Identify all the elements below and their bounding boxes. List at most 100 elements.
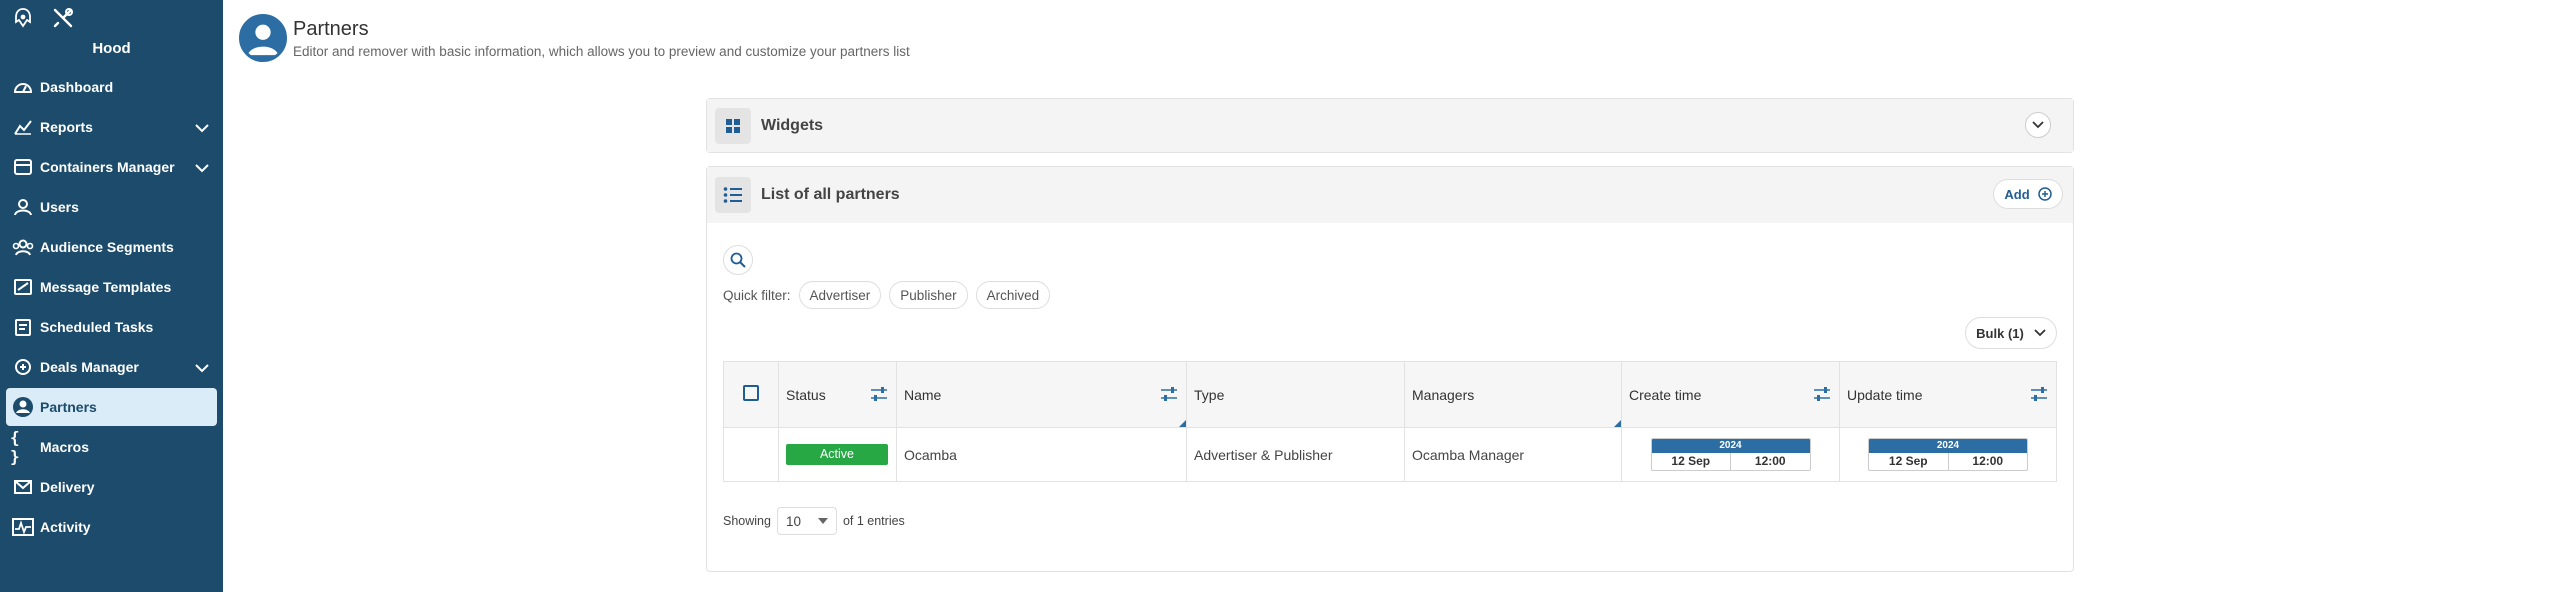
page-header: Partners Editor and remover with basic i… <box>239 14 910 62</box>
deals-icon <box>10 356 36 378</box>
sidebar-item-macros[interactable]: { } Macros <box>6 428 217 466</box>
plus-circle-icon <box>2037 187 2052 201</box>
showing-label: Showing <box>723 514 771 528</box>
bulk-actions-button[interactable]: Bulk (1) <box>1965 317 2057 349</box>
select-all-cell <box>723 361 779 428</box>
quick-filter-publisher[interactable]: Publisher <box>889 281 968 309</box>
add-label: Add <box>2004 186 2030 202</box>
column-label: Status <box>786 386 826 403</box>
sidebar-item-label: Activity <box>40 519 91 535</box>
sidebar-item-delivery[interactable]: Delivery <box>6 468 217 506</box>
user-icon <box>10 196 36 218</box>
create-time-cell: 2024 12 Sep 12:00 <box>1621 427 1840 482</box>
sidebar-item-audience-segments[interactable]: Audience Segments <box>6 228 217 266</box>
message-template-icon <box>10 276 36 298</box>
chevron-down-icon[interactable] <box>195 120 209 136</box>
sidebar-item-label: Message Templates <box>40 279 172 295</box>
sidebar-item-partners[interactable]: Partners <box>6 388 217 426</box>
quick-filter-bar: Quick filter: Advertiser Publisher Archi… <box>723 281 1051 309</box>
create-time-stamp: 2024 12 Sep 12:00 <box>1650 438 1811 471</box>
activity-icon <box>10 516 36 538</box>
update-time-cell: 2024 12 Sep 12:00 <box>1839 427 2057 482</box>
chevron-down-icon <box>2034 329 2046 337</box>
sidebar-item-users[interactable]: Users <box>6 188 217 226</box>
sidebar-top-bar <box>0 0 223 36</box>
managers-cell: Ocamba Manager <box>1404 427 1622 482</box>
chevron-down-icon[interactable] <box>195 160 209 176</box>
sidebar-item-dashboard[interactable]: Dashboard <box>6 68 217 106</box>
sidebar-item-label: Users <box>40 199 79 215</box>
chart-line-icon <box>10 116 36 138</box>
filter-sliders-icon[interactable] <box>2030 387 2048 404</box>
filter-sliders-icon[interactable] <box>1813 387 1831 404</box>
table-footer: Showing 10 of 1 entries <box>723 507 905 535</box>
row-select-cell[interactable] <box>723 427 779 482</box>
entries-count: of 1 entries <box>842 514 905 528</box>
containers-icon <box>10 156 36 178</box>
table-header-row: Status Name Type Managers Create time Up… <box>723 361 2057 428</box>
filter-sliders-icon[interactable] <box>1160 387 1178 404</box>
sidebar: Hood Dashboard Reports Containers Manage… <box>0 0 223 592</box>
sidebar-item-deals-manager[interactable]: Deals Manager <box>6 348 217 386</box>
grid-icon <box>715 107 751 144</box>
braces-icon: { } <box>10 428 20 466</box>
sidebar-item-scheduled-tasks[interactable]: Scheduled Tasks <box>6 308 217 346</box>
sidebar-item-label: Delivery <box>40 479 95 495</box>
name-cell[interactable]: Ocamba <box>896 427 1187 482</box>
quick-filter-advertiser[interactable]: Advertiser <box>798 281 882 309</box>
partners-list-header: List of all partners Add <box>707 167 2073 223</box>
year-label: 2024 <box>1869 439 2027 453</box>
quick-filter-archived[interactable]: Archived <box>975 281 1051 309</box>
scheduled-tasks-icon <box>10 316 36 338</box>
partners-table: Status Name Type Managers Create time Up… <box>723 361 2057 482</box>
widgets-panel-header[interactable]: Widgets <box>707 99 2073 152</box>
table-row[interactable]: Active Ocamba Advertiser & Publisher Oca… <box>723 427 2057 482</box>
page-size-select[interactable]: 10 <box>776 507 837 535</box>
expand-widgets-button[interactable] <box>2025 112 2051 138</box>
page-title: Partners <box>293 17 369 40</box>
column-status[interactable]: Status <box>778 361 897 428</box>
audience-icon <box>10 236 36 258</box>
column-create-time[interactable]: Create time <box>1621 361 1840 428</box>
sidebar-item-activity[interactable]: Activity <box>6 508 217 546</box>
logo-icon[interactable] <box>8 3 38 33</box>
select-all-checkbox[interactable] <box>743 385 759 401</box>
column-update-time[interactable]: Update time <box>1839 361 2057 428</box>
column-type[interactable]: Type <box>1186 361 1405 428</box>
column-name[interactable]: Name <box>896 361 1187 428</box>
sidebar-item-label: Scheduled Tasks <box>40 319 154 335</box>
partner-avatar-icon <box>239 14 287 62</box>
sidebar-item-label: Containers Manager <box>40 159 175 175</box>
bulk-label: Bulk (1) <box>1976 325 2024 341</box>
chevron-down-icon[interactable] <box>195 360 209 376</box>
sidebar-item-containers-manager[interactable]: Containers Manager <box>6 148 217 186</box>
sidebar-item-label: Reports <box>40 119 93 135</box>
quick-filter-label: Quick filter: <box>723 287 791 303</box>
delivery-icon <box>10 476 36 498</box>
search-button[interactable] <box>723 245 753 275</box>
type-cell: Advertiser & Publisher <box>1186 427 1405 482</box>
page-subtitle: Editor and remover with basic informatio… <box>293 43 910 59</box>
sidebar-item-reports[interactable]: Reports <box>6 108 217 146</box>
filter-sliders-icon[interactable] <box>870 387 888 404</box>
column-managers[interactable]: Managers <box>1404 361 1622 428</box>
column-label: Type <box>1194 386 1225 403</box>
date-label: 12 Sep <box>1888 454 1928 468</box>
status-cell: Active <box>778 427 897 482</box>
add-partner-button[interactable]: Add <box>1993 179 2063 209</box>
dashboard-icon <box>10 76 36 98</box>
sidebar-nav: Dashboard Reports Containers Manager Use… <box>0 68 223 546</box>
caret-down-icon <box>817 518 828 524</box>
page-size-value: 10 <box>785 513 801 529</box>
sidebar-item-message-templates[interactable]: Message Templates <box>6 268 217 306</box>
status-badge: Active <box>786 444 888 465</box>
tools-icon[interactable] <box>48 3 78 33</box>
time-label: 12:00 <box>1730 453 1810 470</box>
sidebar-item-label: Dashboard <box>40 79 114 95</box>
sidebar-item-label: Macros <box>40 439 90 455</box>
sidebar-item-label: Audience Segments <box>40 239 174 255</box>
chevron-down-icon <box>2032 121 2044 129</box>
main-content: Partners Editor and remover with basic i… <box>223 0 2551 592</box>
sort-indicator-icon <box>1614 420 1621 427</box>
column-label: Managers <box>1412 386 1475 403</box>
